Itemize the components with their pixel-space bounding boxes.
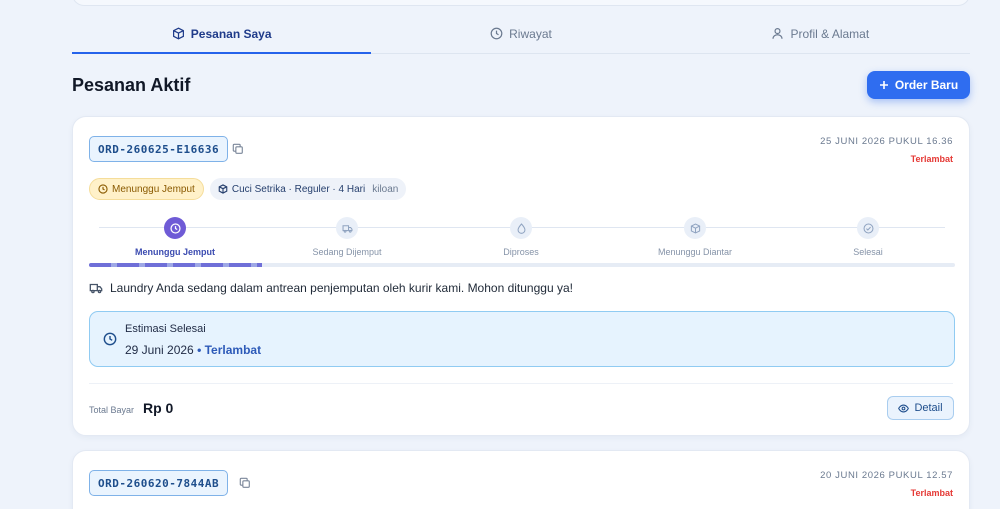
service-unit: kiloan xyxy=(372,183,399,195)
order-date: 20 JUNI 2026 PUKUL 12.57 xyxy=(820,470,953,481)
clock-icon xyxy=(169,222,181,234)
box-icon xyxy=(218,184,228,194)
copy-icon[interactable] xyxy=(232,143,244,155)
truck-icon xyxy=(342,224,352,233)
progress-bar-fill xyxy=(89,263,263,267)
truck-icon xyxy=(89,283,103,294)
tab-label: Pesanan Saya xyxy=(190,26,272,41)
order-card: ORD-260620-7844AB 20 JUNI 2026 PUKUL 12.… xyxy=(72,450,970,509)
order-progress-stepper: Menunggu Jemput Sedang Dijemput Diproses… xyxy=(89,215,955,270)
order-card: ORD-260625-E16636 25 JUNI 2026 PUKUL 16.… xyxy=(72,116,970,436)
service-label: Cuci Setrika · Reguler · 4 Hari xyxy=(231,183,366,195)
step-label: Sedang Dijemput xyxy=(312,247,382,257)
detail-button[interactable]: Detail xyxy=(887,396,954,420)
step-diproses: Diproses xyxy=(461,215,581,257)
clock-icon xyxy=(490,27,503,40)
box-icon xyxy=(690,222,700,234)
section-title: Pesanan Aktif xyxy=(72,75,191,95)
box-icon xyxy=(172,27,184,40)
status-badge-label: Menunggu Jemput xyxy=(112,183,195,195)
tab-profil-alamat[interactable]: Profil & Alamat xyxy=(671,14,970,53)
estimate-box: Estimasi Selesai 29 Juni 2026 • Terlamba… xyxy=(89,311,955,367)
clock-icon xyxy=(98,184,108,194)
step-label: Diproses xyxy=(503,247,539,257)
card-divider xyxy=(89,383,953,384)
order-badges: Menunggu Jemput Cuci Setrika · Reguler ·… xyxy=(89,178,407,200)
droplet-icon xyxy=(517,222,525,234)
estimate-date: 29 Juni 2026 xyxy=(125,343,194,357)
eye-icon xyxy=(898,404,910,412)
new-order-label: Order Baru xyxy=(894,78,959,92)
order-date: 25 JUNI 2026 PUKUL 16.36 xyxy=(820,136,953,147)
order-id: ORD-260620-7844AB xyxy=(89,470,229,496)
late-label: Terlambat xyxy=(910,488,953,498)
status-message: Laundry Anda sedang dalam antrean penjem… xyxy=(89,281,573,295)
estimate-status: • Terlambat xyxy=(197,343,262,357)
status-message-text: Laundry Anda sedang dalam antrean penjem… xyxy=(110,281,573,295)
tab-pesanan-saya[interactable]: Pesanan Saya xyxy=(72,14,372,54)
estimate-title: Estimasi Selesai xyxy=(125,323,206,335)
progress-bar xyxy=(89,263,955,267)
step-menunggu-diantar: Menunggu Diantar xyxy=(635,215,755,257)
plus-icon xyxy=(879,81,888,89)
copy-icon[interactable] xyxy=(239,477,251,489)
new-order-button[interactable]: Order Baru xyxy=(867,71,970,99)
step-label: Selesai xyxy=(853,247,883,257)
clock-icon xyxy=(103,332,117,346)
top-panel-edge xyxy=(72,0,970,6)
tab-label: Riwayat xyxy=(509,26,552,41)
detail-label: Detail xyxy=(914,402,943,414)
step-selesai: Selesai xyxy=(808,215,928,257)
total-value: Rp 0 xyxy=(143,400,174,416)
step-sedang-dijemput: Sedang Dijemput xyxy=(287,215,407,257)
tab-riwayat[interactable]: Riwayat xyxy=(371,14,670,53)
estimate-date-row: 29 Juni 2026 • Terlambat xyxy=(125,343,261,357)
step-label: Menunggu Jemput xyxy=(135,247,215,257)
service-badge: Cuci Setrika · Reguler · 4 Hari kiloan xyxy=(209,178,407,200)
user-icon xyxy=(772,28,784,39)
step-label: Menunggu Diantar xyxy=(657,247,733,257)
tab-bar: Pesanan Saya Riwayat Profil & Alamat xyxy=(72,14,970,54)
order-id: ORD-260625-E16636 xyxy=(89,136,229,162)
status-badge: Menunggu Jemput xyxy=(89,178,204,200)
step-menunggu-jemput: Menunggu Jemput xyxy=(115,215,235,257)
total-label: Total Bayar xyxy=(89,405,135,415)
tab-label: Profil & Alamat xyxy=(790,26,870,41)
late-label: Terlambat xyxy=(910,154,953,164)
check-circle-icon xyxy=(863,223,873,233)
